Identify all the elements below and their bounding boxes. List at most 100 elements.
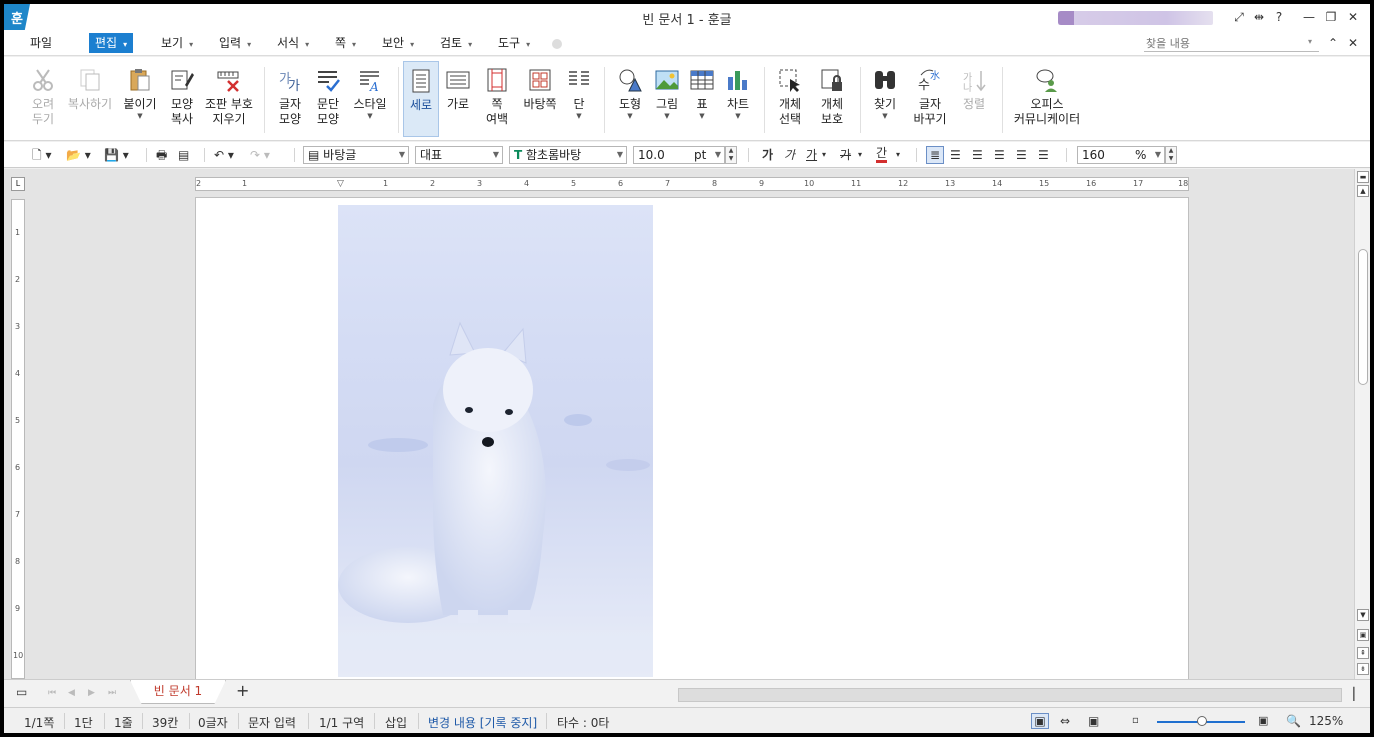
split-view-icon[interactable]: ▬ bbox=[1357, 171, 1369, 183]
find-button[interactable]: 찾기 ▼ bbox=[868, 61, 902, 137]
chevron-down-icon[interactable]: ▾ bbox=[858, 147, 862, 163]
copy-button[interactable]: 복사하기 bbox=[64, 61, 116, 137]
collapse-ribbon-icon[interactable]: ⌃ bbox=[1324, 34, 1342, 52]
page-view-icon[interactable]: ▣ bbox=[1357, 629, 1369, 641]
status-page[interactable]: 1/1쪽 bbox=[24, 714, 54, 731]
char-convert-button[interactable]: 수水 글자 바꾸기 bbox=[908, 61, 952, 137]
scroll-down-icon[interactable]: ▼ bbox=[1357, 609, 1369, 621]
search-input[interactable] bbox=[1144, 36, 1319, 52]
para-shape-button[interactable]: 문단 모양 bbox=[310, 61, 346, 137]
last-tab-icon[interactable]: ⏭ bbox=[108, 685, 116, 701]
align-distribute-icon[interactable]: ☰ bbox=[1016, 147, 1027, 163]
next-tab-icon[interactable]: ▶ bbox=[88, 685, 95, 701]
menu-page[interactable]: 쪽 ▾ bbox=[329, 33, 362, 53]
zoom-out-icon[interactable]: ▫ bbox=[1132, 713, 1139, 729]
minimize-icon[interactable]: — bbox=[1300, 8, 1318, 26]
font-select[interactable]: T 함초롬바탕 ▼ bbox=[509, 146, 627, 164]
align-left-icon[interactable]: ☰ bbox=[950, 147, 961, 163]
zoom-slider-handle[interactable] bbox=[1197, 716, 1207, 726]
preview-icon[interactable]: ▤ bbox=[178, 147, 189, 163]
sort-button[interactable]: 가나 정렬 bbox=[956, 61, 992, 137]
tab-document-1[interactable]: 빈 문서 1 bbox=[130, 680, 226, 704]
status-track-changes[interactable]: 변경 내용 [기록 중지] bbox=[428, 714, 537, 731]
close-document-icon[interactable]: ✕ bbox=[1344, 34, 1362, 52]
horizontal-scrollbar[interactable] bbox=[678, 688, 1342, 702]
font-size-input[interactable]: 10.0 pt ▼ bbox=[633, 146, 725, 164]
prev-tab-icon[interactable]: ◀ bbox=[68, 685, 75, 701]
object-protect-button[interactable]: 개체 보호 bbox=[814, 61, 850, 137]
status-zoom-level[interactable]: 125% bbox=[1309, 714, 1343, 728]
fullscreen-icon[interactable]: ⤢ bbox=[1230, 8, 1248, 26]
language-select[interactable]: 대표 ▼ bbox=[415, 146, 503, 164]
restore-icon[interactable]: ❐ bbox=[1322, 8, 1340, 26]
font-size-spinner[interactable]: ▲ ▼ bbox=[725, 146, 737, 164]
font-color-button[interactable]: 간 bbox=[876, 147, 888, 163]
menu-insert[interactable]: 입력 ▾ bbox=[213, 33, 257, 53]
chart-button[interactable]: 차트 ▼ bbox=[720, 61, 756, 137]
help-icon[interactable]: ? bbox=[1270, 8, 1288, 26]
arctic-fox-photo[interactable] bbox=[338, 205, 653, 677]
portrait-button[interactable]: 세로 bbox=[403, 61, 439, 137]
scroll-up-icon[interactable]: ▲ bbox=[1357, 185, 1369, 197]
tab-type-selector[interactable]: L bbox=[11, 177, 25, 191]
zoom-in-icon[interactable]: ▣ bbox=[1258, 713, 1268, 729]
char-shape-button[interactable]: 가가 글자 모양 bbox=[272, 61, 308, 137]
status-input-mode[interactable]: 문자 입력 bbox=[248, 714, 296, 731]
bold-button[interactable]: 가 bbox=[762, 147, 773, 163]
document-page[interactable] bbox=[195, 197, 1189, 679]
new-document-icon[interactable]: 🗋 ▾ bbox=[32, 147, 52, 163]
width-fit-icon[interactable]: ⇔ bbox=[1060, 713, 1070, 729]
paste-button[interactable]: 붙이기 ▼ bbox=[120, 61, 160, 137]
line-spacing-spinner[interactable]: ▲ ▼ bbox=[1165, 146, 1177, 164]
scroll-thumb[interactable] bbox=[1358, 249, 1368, 385]
format-painter-button[interactable]: 모양 복사 bbox=[164, 61, 200, 137]
strikethrough-button[interactable]: 가 bbox=[840, 147, 851, 163]
line-spacing-input[interactable]: 160% ▼ bbox=[1077, 146, 1165, 164]
menu-review[interactable]: 검토 ▾ bbox=[434, 33, 478, 53]
chevron-down-icon[interactable]: ▾ bbox=[822, 147, 826, 163]
align-justify-icon[interactable]: ≣ bbox=[926, 146, 944, 164]
align-divide-icon[interactable]: ☰ bbox=[1038, 147, 1049, 163]
magnifier-icon[interactable]: 🔍 bbox=[1286, 713, 1301, 729]
master-page-button[interactable]: 바탕쪽 bbox=[519, 61, 561, 137]
page-fit-icon[interactable]: ▣ bbox=[1088, 713, 1099, 729]
puzzle-icon[interactable] bbox=[550, 37, 564, 51]
object-select-button[interactable]: 개체 선택 bbox=[772, 61, 808, 137]
split-horizontal-icon[interactable]: ▕ bbox=[1345, 686, 1354, 702]
menu-file[interactable]: 파일 bbox=[24, 33, 58, 53]
user-account-bar[interactable] bbox=[1058, 11, 1213, 25]
picture-button[interactable]: 그림 ▼ bbox=[650, 61, 684, 137]
office-communicator-button[interactable]: 오피스 커뮤니케이터 bbox=[1008, 61, 1086, 137]
columns-button[interactable]: 단 ▼ bbox=[563, 61, 595, 137]
menu-edit[interactable]: 편집 ▾ bbox=[89, 33, 134, 53]
italic-button[interactable]: 가 bbox=[784, 147, 795, 163]
menu-view[interactable]: 보기 ▾ bbox=[155, 33, 199, 53]
close-icon[interactable]: ✕ bbox=[1344, 8, 1362, 26]
redo-icon[interactable]: ↷ ▾ bbox=[250, 147, 270, 163]
chevron-down-icon[interactable]: ▾ bbox=[896, 147, 900, 163]
vertical-scrollbar[interactable]: ▬ ▲ ▼ ▣ ⇞ ⇟ bbox=[1354, 169, 1370, 679]
cut-button[interactable]: 오려 두기 bbox=[24, 61, 62, 137]
table-button[interactable]: 표 ▼ bbox=[686, 61, 718, 137]
first-tab-icon[interactable]: ⏮ bbox=[48, 685, 56, 701]
undo-icon[interactable]: ↶ ▾ bbox=[214, 147, 234, 163]
menu-security[interactable]: 보안 ▾ bbox=[376, 33, 420, 53]
next-page-icon[interactable]: ⇟ bbox=[1357, 663, 1369, 675]
horizontal-ruler[interactable]: 2 1 ▽ 1 2 3 4 5 6 7 8 9 10 11 12 13 14 1… bbox=[195, 177, 1189, 191]
align-right-icon[interactable]: ☰ bbox=[994, 147, 1005, 163]
shape-button[interactable]: 도형 ▼ bbox=[612, 61, 648, 137]
vertical-ruler[interactable]: 1 2 3 4 5 6 7 8 9 10 bbox=[11, 199, 25, 679]
print-icon[interactable]: 🖶 bbox=[156, 147, 167, 163]
style-select[interactable]: ▤ 바탕글 ▼ bbox=[303, 146, 409, 164]
menu-format[interactable]: 서식 ▾ bbox=[271, 33, 315, 53]
add-tab-button[interactable]: + bbox=[236, 683, 249, 699]
normal-view-icon[interactable]: ▣ bbox=[1031, 713, 1049, 729]
indent-marker-icon[interactable]: ▽ bbox=[337, 179, 344, 189]
resize-icon[interactable]: ⇹ bbox=[1250, 8, 1268, 26]
style-button[interactable]: A 스타일 ▼ bbox=[348, 61, 392, 137]
tab-list-icon[interactable]: ▭ bbox=[16, 684, 27, 700]
prev-page-icon[interactable]: ⇞ bbox=[1357, 647, 1369, 659]
clear-codes-button[interactable]: 조판 부호 지우기 bbox=[202, 61, 256, 137]
landscape-button[interactable]: 가로 bbox=[441, 61, 475, 137]
open-folder-icon[interactable]: 📂 ▾ bbox=[66, 147, 91, 163]
